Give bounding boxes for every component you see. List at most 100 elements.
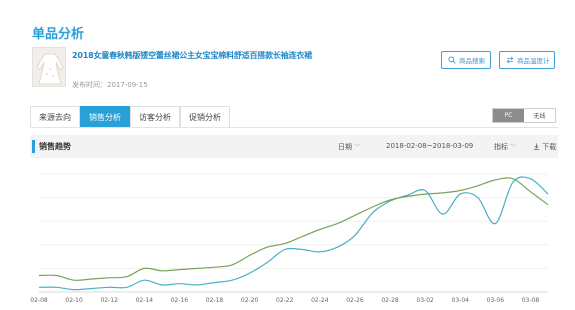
data-point[interactable] [282,241,288,247]
metric-dropdown-label: 指标 [494,143,508,151]
data-point[interactable] [159,282,165,288]
data-point[interactable] [440,211,446,217]
data-point[interactable] [106,284,112,290]
metric-dropdown[interactable]: 指标 ﹀ [494,142,516,152]
product-thumbnail[interactable] [32,47,66,87]
x-tick-label: 02-26 [346,297,364,304]
data-point[interactable] [124,284,130,290]
data-point[interactable] [229,277,235,283]
data-point[interactable] [299,247,305,253]
toggle-wireless[interactable]: 无线 [524,109,555,122]
x-tick-label: 02-14 [136,297,154,304]
x-tick-label: 02-12 [100,297,118,304]
trend-header: 销售趋势 日期 ﹀ 2018-02-08~2018-03-09 指标 ﹀ 下载 [30,135,558,158]
data-point[interactable] [212,280,218,286]
data-point[interactable] [527,189,533,195]
product-search-label: 商品搜索 [459,57,485,65]
data-point[interactable] [369,204,375,210]
data-point[interactable] [317,249,323,255]
product-search-button[interactable]: 商品搜索 [441,51,491,69]
data-point[interactable] [71,277,77,283]
data-point[interactable] [369,210,375,216]
data-point[interactable] [176,281,182,287]
data-point[interactable] [194,282,200,288]
chevron-down-icon: ﹀ [354,144,361,151]
trend-title: 销售趋势 [39,142,71,151]
data-point[interactable] [106,275,112,281]
data-point[interactable] [54,284,60,290]
series-line-1[interactable] [38,176,549,291]
chevron-down-icon: ﹀ [510,144,517,151]
data-point[interactable] [194,265,200,271]
product-name-link[interactable]: 2018女童春秋韩版镂空蕾丝裙公主女宝宝棉料舒适百搭款长袖连衣裙 [72,50,312,61]
data-point[interactable] [475,195,481,201]
x-tick-label: 02-10 [65,297,83,304]
data-point[interactable] [527,176,533,182]
data-point[interactable] [545,202,551,208]
analysis-tabs: 来源去向 销售分析 访客分析 促销分析 [30,106,230,127]
tab-sales[interactable]: 销售分析 [80,106,130,127]
device-toggle: PC 无线 [492,108,556,123]
download-icon [533,143,542,151]
data-point[interactable] [212,264,218,270]
data-point[interactable] [247,252,253,258]
data-point[interactable] [510,176,516,182]
data-point[interactable] [387,197,393,203]
data-point[interactable] [264,260,270,266]
data-point[interactable] [422,191,428,197]
data-point[interactable] [334,221,340,227]
data-point[interactable] [352,232,358,238]
download-button[interactable]: 下载 [533,142,556,152]
x-tick-label: 03-04 [452,297,470,304]
data-point[interactable] [71,287,77,293]
data-point[interactable] [545,191,551,197]
x-tick-label: 02-28 [381,297,399,304]
data-point[interactable] [405,193,411,199]
x-tick-label: 02-24 [311,297,329,304]
tab-visitors[interactable]: 访客分析 [130,106,180,127]
data-point[interactable] [89,276,95,282]
publish-date: 发布时间：2017-09-15 [72,81,148,89]
date-range-picker[interactable]: 2018-02-08~2018-03-09 [386,142,473,150]
tab-promotion[interactable]: 促销分析 [180,106,230,127]
x-tick-label: 03-02 [416,297,434,304]
x-tick-label: 03-06 [487,297,505,304]
data-point[interactable] [141,265,147,271]
search-icon [448,56,456,64]
x-tick-label: 02-20 [241,297,259,304]
section-marker [32,140,35,153]
data-point[interactable] [317,226,323,232]
data-point[interactable] [159,268,165,274]
data-point[interactable] [229,262,235,268]
data-point[interactable] [124,274,130,280]
data-point[interactable] [492,177,498,183]
product-thermometer-button[interactable]: 商品温度计 [499,51,555,69]
data-point[interactable] [352,212,358,218]
data-point[interactable] [334,244,340,250]
data-point[interactable] [475,183,481,189]
data-point[interactable] [176,267,182,273]
data-point[interactable] [141,277,147,283]
download-label: 下载 [542,143,557,151]
data-point[interactable] [440,190,446,196]
data-point[interactable] [54,272,60,278]
x-tick-label: 02-08 [30,297,48,304]
date-dropdown[interactable]: 日期 ﹀ [338,142,360,152]
data-point[interactable] [36,272,42,278]
x-tick-label: 02-18 [206,297,224,304]
data-point[interactable] [492,221,498,227]
product-thermometer-label: 商品温度计 [517,57,550,65]
tab-source[interactable]: 来源去向 [30,106,80,127]
data-point[interactable] [457,188,463,194]
date-dropdown-label: 日期 [338,143,352,151]
data-point[interactable] [247,270,253,276]
data-point[interactable] [282,247,288,253]
tabs-divider [30,127,558,128]
data-point[interactable] [36,284,42,290]
page-title: 单品分析 [32,27,85,42]
data-point[interactable] [264,244,270,250]
data-point[interactable] [89,285,95,291]
data-point[interactable] [299,234,305,240]
x-tick-label: 03-08 [522,297,540,304]
toggle-pc[interactable]: PC [493,109,524,122]
